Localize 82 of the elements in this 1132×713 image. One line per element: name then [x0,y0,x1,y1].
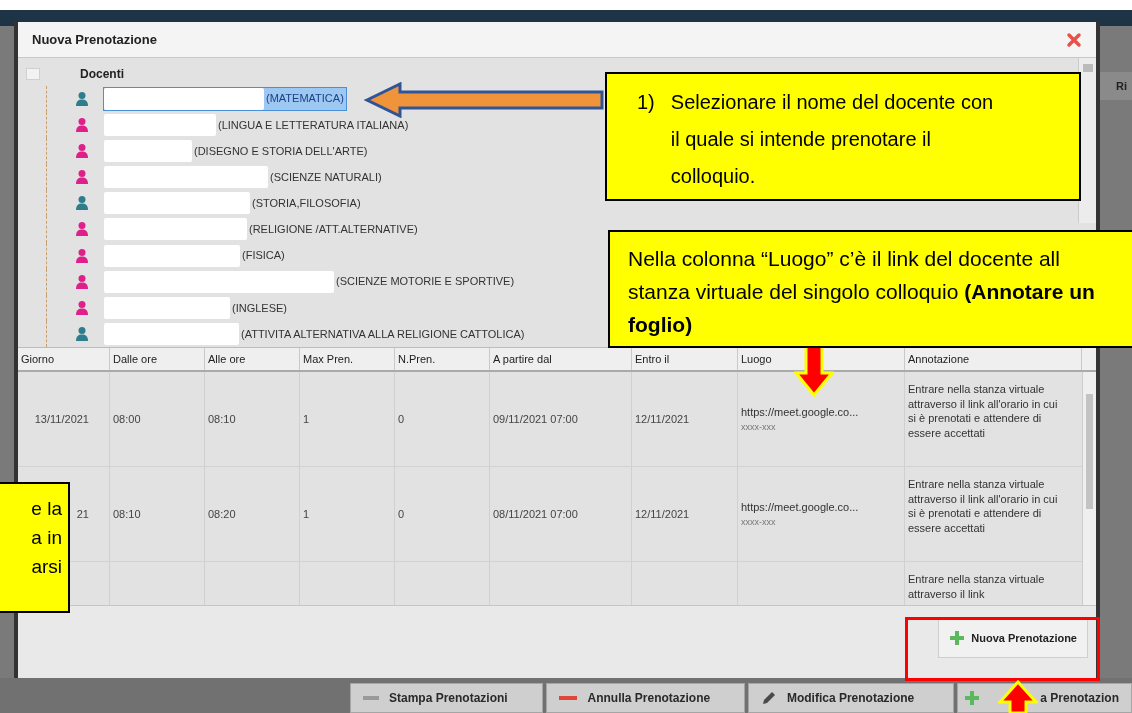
column-header[interactable]: Annotazione [908,350,970,368]
table-cell-text: 0 [398,506,405,522]
subject-label: (STORIA,FILOSOFIA) [251,196,362,212]
callout-number: 1) [637,90,655,115]
toolbar-button[interactable]: Annulla Prenotazione [546,683,745,713]
table-cell-text: 08:20 [208,506,236,522]
close-icon[interactable] [1066,31,1082,48]
person-icon [75,247,89,264]
person-icon [75,143,89,159]
teacher-item[interactable]: (INGLESE) [104,296,289,319]
column-header[interactable]: Luogo [741,350,772,368]
column-header[interactable]: A partire dal [493,350,552,368]
teacher-item[interactable]: (MATEMATICA) [104,87,346,110]
table-cell-text: 09/11/2021 07:00 [493,411,578,427]
table-cell-text: 08:00 [113,411,141,427]
meeting-link[interactable]: https://meet.google.co... [741,404,904,421]
meeting-code: xxxx-xxx [741,515,777,529]
teacher-item[interactable]: (RELIGIONE /ATT.ALTERNATIVE) [104,218,420,241]
subject-label: (SCIENZE MOTORIE E SPORTIVE) [335,274,516,290]
subject-label: (SCIENZE NATURALI) [269,169,383,185]
person-icon [75,299,89,316]
teacher-item[interactable]: (SCIENZE NATURALI) [104,166,384,189]
background-tab-label: Ri [1116,78,1127,94]
plus-icon [949,630,966,646]
column-header[interactable]: Giorno [21,350,55,368]
table-cell-text: 13/11/2021 [34,411,89,427]
toolbar-button[interactable]: Stampa Prenotazioni [350,683,544,713]
table-cell-text: 08:10 [208,411,236,427]
person-icon [75,116,89,133]
table-cell-text: 12/11/2021 [635,411,690,427]
table-cell-text: 12/11/2021 [635,506,690,522]
tree-root-label: Docenti [80,65,124,83]
column-header[interactable]: N.Pren. [398,350,436,368]
subject-label: (ATTIVITA ALTERNATIVA ALLA RELIGIONE CATTOLICA) [240,326,526,342]
callout-text-fragment: e la [31,497,62,521]
teacher-item[interactable]: (STORIA,FILOSOFIA) [104,192,363,215]
person-icon [75,273,89,290]
table-cell-text: 0 [398,411,405,427]
table-cell-text: 21 [76,506,89,522]
person-icon [75,90,89,107]
subject-label: (RELIGIONE /ATT.ALTERNATIVE) [248,222,419,238]
plus-icon [964,690,981,706]
subject-label: (MATEMATICA) [265,91,345,107]
dash-icon [363,695,379,701]
teacher-item[interactable]: (DISEGNO E STORIA DELL'ARTE) [104,140,370,162]
dialog-title: Nuova Prenotazione [32,30,157,49]
arrow-up [998,680,1038,713]
column-header[interactable]: Dalle ore [113,350,158,368]
pencil-icon [760,690,777,706]
folder-icon [26,67,40,80]
callout-text-fragment: a in [31,526,62,550]
subject-label: (DISEGNO E STORIA DELL'ARTE) [193,143,369,159]
callout-text-fragment: arsi [31,555,62,579]
teacher-item[interactable]: (SCIENZE MOTORIE E SPORTIVE) [104,270,517,293]
meeting-link[interactable]: https://meet.google.co... [741,499,904,516]
subject-label: (LINGUA E LETTERATURA ITALIANA) [217,117,410,133]
column-header[interactable]: Alle ore [208,350,246,368]
subject-label: (INGLESE) [231,300,288,316]
annotation-text: Entrare nella stanza virtuale attraverso il link all'orario in cui si è prenotati e attendere di essere accettati [908,477,1058,535]
teacher-item[interactable]: (LINGUA E LETTERATURA ITALIANA) [104,113,411,136]
teacher-item[interactable]: (FISICA) [104,244,287,267]
column-header[interactable]: Max Pren. [303,350,354,368]
table-cell-text: 1 [303,506,310,522]
toolbar-button[interactable]: Modifica Prenotazione [747,683,955,713]
meeting-code: xxxx-xxx [741,420,777,434]
callout-text: Selezionare il nome del docente con il quale si intende prenotare il colloquio. [670,90,995,189]
person-icon [75,169,89,186]
teacher-item[interactable]: (ATTIVITA ALTERNATIVA ALLA RELIGIONE CATTOLICA) [104,323,527,345]
minus-icon [559,695,578,701]
new-booking-button[interactable]: Nuova Prenotazione [938,618,1088,658]
callout-text: Nella colonna “Luogo” c’è il link del docente all stanza virtuale del singolo colloquio (Annotare un foglio) [628,246,1096,338]
column-header[interactable]: Entro il [635,350,670,368]
person-icon [75,326,89,342]
annotation-text: Entrare nella stanza virtuale attraverso il link [908,572,1046,601]
annotation-text: Entrare nella stanza virtuale attraverso il link all'orario in cui si è prenotati e attendere di essere accettati [908,382,1058,440]
subject-label: (FISICA) [241,248,286,264]
scrollbar[interactable] [1082,372,1096,605]
person-icon [75,221,89,238]
person-icon [75,195,89,212]
table-cell-text: 08/11/2021 07:00 [493,506,578,522]
table-cell-text: 1 [303,411,310,427]
table-cell-text: 08:10 [113,506,141,522]
